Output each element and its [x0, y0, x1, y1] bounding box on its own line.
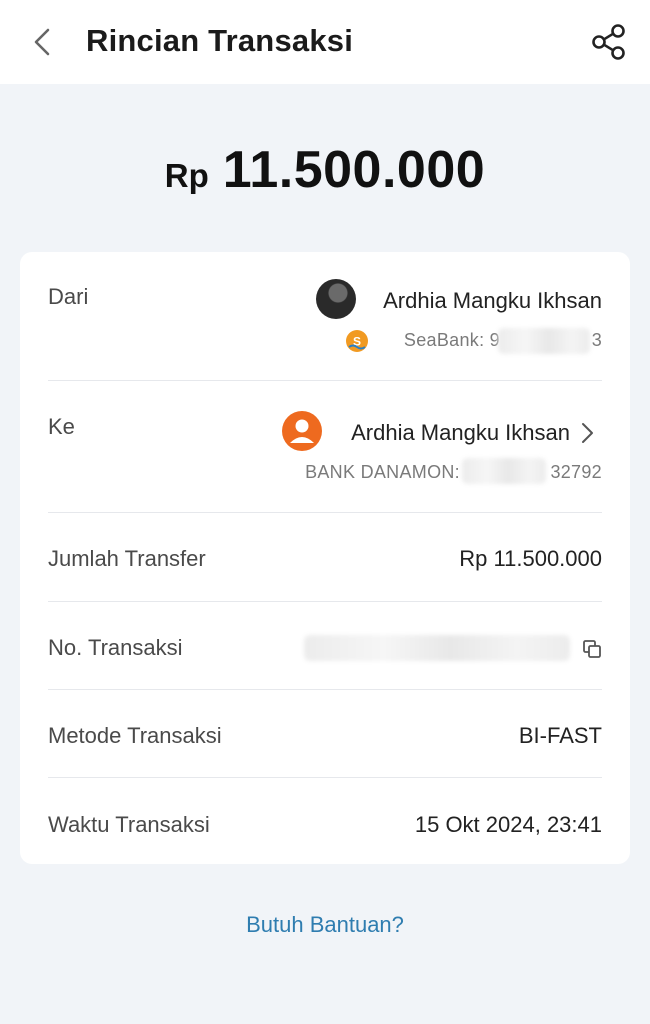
recipient-account-redaction [462, 458, 546, 484]
divider [48, 380, 602, 381]
divider [48, 777, 602, 778]
back-button[interactable] [24, 22, 64, 62]
transaction-details-card: Dari Ardhia Mangku Ikhsan S SeaBank: 9 3… [20, 252, 630, 864]
chevron-right-icon [582, 423, 593, 443]
transfer-amount-row: Jumlah Transfer Rp 11.500.000 [48, 546, 602, 576]
transfer-amount-label: Jumlah Transfer [48, 546, 206, 571]
help-link[interactable]: Butuh Bantuan? [0, 912, 650, 938]
from-label: Dari [48, 284, 89, 309]
recipient-avatar [282, 411, 322, 451]
divider [48, 689, 602, 690]
transaction-amount: Rp 11.500.000 [0, 140, 650, 200]
sender-name: Ardhia Mangku Ikhsan [383, 288, 602, 313]
from-row: Dari Ardhia Mangku Ikhsan S SeaBank: 9 3 [48, 279, 602, 364]
seabank-logo-icon: S [346, 330, 368, 352]
share-icon [592, 24, 625, 60]
divider [48, 601, 602, 602]
copy-icon[interactable] [582, 639, 602, 659]
sender-bank-account-suffix: 3 [591, 330, 602, 350]
share-button[interactable] [588, 20, 632, 64]
transaction-method-row: Metode Transaksi BI-FAST [48, 723, 602, 753]
user-icon [290, 419, 314, 443]
top-bar: Rincian Transaksi [0, 0, 650, 84]
amount-value: 11.500.000 [222, 141, 486, 199]
recipient-name: Ardhia Mangku Ikhsan [351, 420, 570, 445]
to-row[interactable]: Ke Ardhia Mangku Ikhsan BANK DANAMON: 32… [48, 411, 602, 494]
transaction-time-value: 15 Okt 2024, 23:41 [414, 812, 602, 837]
page-title: Rincian Transaksi [86, 23, 354, 58]
chevron-left-icon [34, 28, 50, 56]
transaction-number-label: No. Transaksi [48, 635, 183, 660]
sender-avatar [316, 279, 356, 319]
transaction-time-label: Waktu Transaksi [48, 812, 210, 837]
transaction-time-row: Waktu Transaksi 15 Okt 2024, 23:41 [48, 812, 602, 842]
sender-bank-account-prefix: SeaBank: 9 [403, 330, 500, 350]
amount-currency: Rp [164, 157, 209, 194]
transaction-number-row: No. Transaksi [48, 635, 602, 665]
transaction-method-label: Metode Transaksi [48, 723, 222, 748]
to-label: Ke [48, 414, 75, 439]
transaction-number-redaction [304, 635, 570, 661]
recipient-bank-account-suffix: 32792 [550, 462, 602, 482]
transaction-method-value: BI-FAST [518, 723, 602, 748]
sender-account-redaction [498, 328, 590, 354]
divider [48, 512, 602, 513]
transfer-amount-value: Rp 11.500.000 [459, 546, 602, 571]
recipient-bank-account-prefix: BANK DANAMON: [305, 462, 460, 482]
